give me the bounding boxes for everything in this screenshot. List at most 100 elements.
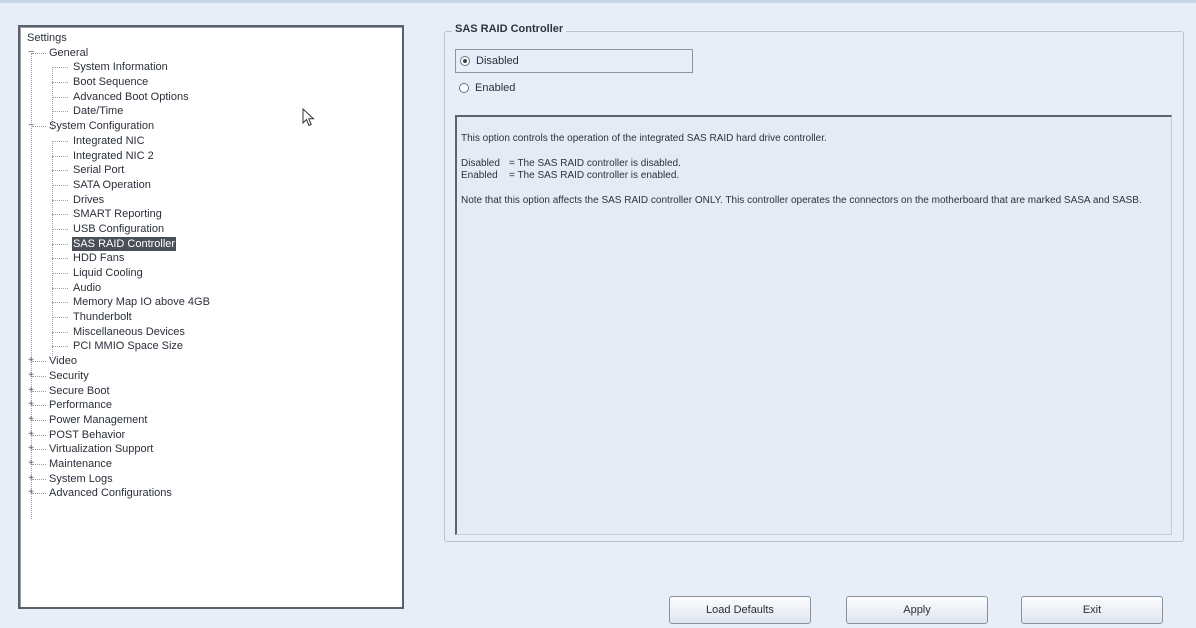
- tree-item-label: System Logs: [49, 472, 113, 485]
- tree-connector: [52, 243, 68, 245]
- tree-connector: [32, 52, 46, 54]
- tree-item-label: Virtualization Support: [49, 443, 154, 456]
- tree-item[interactable]: + Virtualization Support: [20, 442, 402, 457]
- tree-connector: [52, 346, 68, 348]
- tree-item[interactable]: Audio: [20, 281, 402, 296]
- tree-item-label: Memory Map IO above 4GB: [73, 296, 210, 309]
- tree-item-label: SAS RAID Controller: [72, 236, 177, 252]
- radio-option-disabled[interactable]: Disabled: [455, 49, 693, 73]
- tree-item-label: SMART Reporting: [73, 208, 162, 221]
- tree-item-label: Integrated NIC 2: [73, 149, 154, 162]
- tree-item[interactable]: + Security: [20, 369, 402, 384]
- tree-connector: [52, 273, 68, 274]
- tree-item[interactable]: PCI MMIO Space Size: [20, 339, 402, 354]
- apply-button[interactable]: Apply: [846, 596, 988, 624]
- tree-item[interactable]: SAS RAID Controller: [20, 236, 402, 252]
- tree-item[interactable]: Thunderbolt: [20, 310, 402, 325]
- tree-item-label: Liquid Cooling: [73, 267, 143, 279]
- tree-connector: [32, 463, 46, 465]
- tree-item-label: Settings: [27, 32, 67, 44]
- tree-list: Settings − General System Information Boot S…: [20, 27, 402, 501]
- tree-item-label: Power Management: [49, 413, 148, 426]
- description-row-value: = The SAS RAID controller is enabled.: [509, 170, 680, 181]
- description-row: Disabled = The SAS RAID controller is di…: [461, 158, 1165, 170]
- tree-item[interactable]: Date/Time: [20, 104, 402, 119]
- tree-connector: [52, 258, 68, 260]
- tree-item-label: Audio: [73, 281, 102, 294]
- description-row-key: Enabled: [461, 170, 498, 181]
- tree-item[interactable]: + Maintenance: [20, 457, 402, 472]
- group-title: SAS RAID Controller: [452, 23, 567, 35]
- tree-connector: [52, 287, 68, 289]
- tree-connector: [32, 361, 46, 363]
- tree-connector: [52, 82, 68, 84]
- tree-item-label: Performance: [49, 399, 112, 412]
- tree-item-label: USB Configuration: [73, 222, 165, 235]
- tree-connector: [52, 302, 68, 304]
- radio-label-disabled: Disabled: [476, 55, 519, 67]
- radio-button-icon[interactable]: [460, 56, 470, 66]
- description-row: Enabled = The SAS RAID controller is ena…: [461, 170, 1165, 182]
- tree-connector: [32, 478, 46, 480]
- tree-connector: [32, 405, 46, 407]
- tree-item-label: System Information: [73, 61, 168, 74]
- tree-item[interactable]: + POST Behavior: [20, 428, 402, 443]
- tree-item[interactable]: Integrated NIC: [20, 134, 402, 149]
- tree-item[interactable]: SATA Operation: [20, 178, 402, 193]
- description-note: Note that this option affects the SAS RA…: [461, 195, 1142, 206]
- tree-item-label: Advanced Configurations: [49, 487, 172, 500]
- tree-item[interactable]: − System Configuration: [20, 119, 402, 134]
- tree-item-label: Secure Boot: [49, 384, 110, 397]
- tree-item-label: Advanced Boot Options: [73, 90, 189, 103]
- tree-item-label: Serial Port: [73, 164, 125, 177]
- tree-item[interactable]: Drives: [20, 193, 402, 208]
- tree-connector: [52, 199, 68, 201]
- tree-item[interactable]: Miscellaneous Devices: [20, 325, 402, 340]
- tree-item[interactable]: + Performance: [20, 398, 402, 413]
- radio-button-icon[interactable]: [459, 83, 469, 93]
- tree-item[interactable]: Serial Port: [20, 163, 402, 178]
- tree-item[interactable]: Integrated NIC 2: [20, 149, 402, 164]
- tree-item-label: SATA Operation: [73, 178, 151, 191]
- tree-item[interactable]: Advanced Boot Options: [20, 90, 402, 105]
- tree-connector: [52, 184, 68, 186]
- tree-item[interactable]: System Information: [20, 60, 402, 75]
- radio-label-enabled: Enabled: [475, 82, 516, 94]
- tree-connector: [32, 390, 46, 392]
- tree-item[interactable]: − General: [20, 46, 402, 61]
- tree-item-label: System Configuration: [49, 120, 155, 133]
- tree-connector: [52, 214, 68, 216]
- tree-item[interactable]: Boot Sequence: [20, 75, 402, 90]
- tree-item[interactable]: + Advanced Configurations: [20, 486, 402, 501]
- tree-item[interactable]: + System Logs: [20, 472, 402, 487]
- tree-item-label: General: [49, 46, 89, 59]
- tree-connector: [32, 126, 46, 128]
- tree-item[interactable]: + Secure Boot: [20, 384, 402, 399]
- tree-item[interactable]: + Video: [20, 354, 402, 369]
- tree-item-label: Integrated NIC: [73, 134, 145, 147]
- load-defaults-button[interactable]: Load Defaults: [669, 596, 811, 624]
- tree-item[interactable]: USB Configuration: [20, 222, 402, 237]
- tree-connector: [32, 449, 46, 451]
- description-box: This option controls the operation of th…: [455, 115, 1172, 535]
- tree-item-label: HDD Fans: [73, 252, 125, 265]
- tree-item[interactable]: Liquid Cooling: [20, 266, 402, 281]
- radio-option-enabled[interactable]: Enabled: [455, 76, 655, 100]
- description-intro: This option controls the operation of th…: [461, 133, 827, 144]
- tree-connector: [32, 375, 46, 377]
- exit-button[interactable]: Exit: [1021, 596, 1163, 624]
- tree-item[interactable]: SMART Reporting: [20, 207, 402, 222]
- settings-tree[interactable]: Settings − General System Information Boot S…: [18, 25, 404, 609]
- tree-item-label: Thunderbolt: [73, 311, 132, 324]
- tree-item-label: Date/Time: [73, 105, 124, 118]
- description-row-key: Disabled: [461, 158, 500, 169]
- tree-item-label: Miscellaneous Devices: [73, 325, 185, 338]
- tree-item-label: Boot Sequence: [73, 76, 149, 89]
- description-row-value: = The SAS RAID controller is disabled.: [509, 158, 681, 169]
- tree-item[interactable]: HDD Fans: [20, 251, 402, 266]
- tree-item[interactable]: Memory Map IO above 4GB: [20, 295, 402, 310]
- tree-connector: [52, 155, 68, 157]
- tree-item-label: PCI MMIO Space Size: [73, 340, 184, 353]
- tree-item[interactable]: Settings: [20, 31, 402, 46]
- tree-item[interactable]: + Power Management: [20, 413, 402, 428]
